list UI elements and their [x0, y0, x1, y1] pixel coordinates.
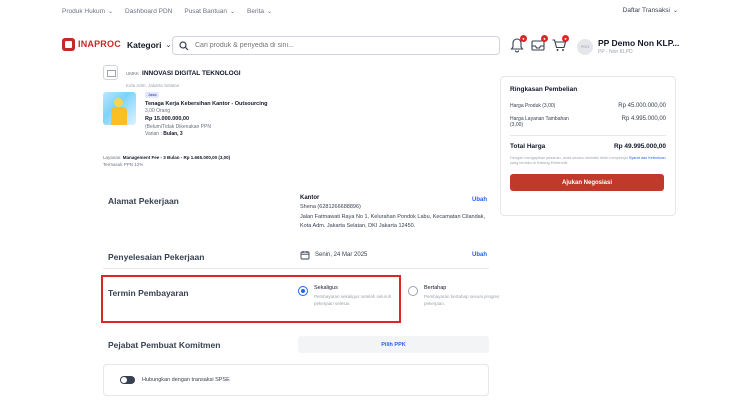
layanan-info: Layanan: Management Fee - 3 Bulan - Rp 1… — [103, 155, 231, 167]
user-name: PP Demo Non KLP... — [598, 38, 680, 48]
nav-label: Pusat Bantuan — [184, 7, 228, 15]
vendor-tag: UMKK — [126, 71, 140, 76]
chevron-down-icon: ⌄ — [165, 42, 172, 49]
total-value: Rp 49.995.000,00 — [613, 143, 666, 150]
alamat-title: Alamat Pekerjaan — [108, 196, 179, 206]
termin-title: Termin Pembayaran — [108, 288, 189, 298]
product-price: Rp 15.000.000,00 — [145, 116, 190, 123]
daftar-transaksi-label: Daftar Transaksi — [622, 7, 670, 14]
vendor-location: Kota Adm. Jakarta Selatan — [126, 83, 180, 88]
divider — [103, 268, 489, 269]
inbox-button[interactable]: ● — [530, 35, 548, 53]
summary-row-produk: Harga Produk (3,00) Rp 45.000.000,00 — [510, 103, 666, 109]
penyelesaian-ubah-link[interactable]: Ubah — [472, 252, 487, 258]
terms-note-prefix: Dengan mengajukan pesanan, anda secara o… — [510, 156, 628, 160]
harga-produk-label: Harga Produk (3,00) — [510, 103, 556, 109]
layanan-note: Termasuk PPN 12% — [103, 161, 144, 167]
variant-value: Bulan, 3 — [163, 131, 183, 137]
alamat-address: Jalan Fatmawati Raya No 1, Kelurahan Pon… — [300, 213, 485, 229]
kategori-label: Kategori — [127, 40, 162, 50]
alamat-contact: Shena (6281266688896) — [300, 204, 361, 211]
termin-option-sekaligus[interactable]: Sekaligus Pembayaran sekaligus setelah s… — [298, 285, 394, 308]
notification-button[interactable]: ● — [509, 35, 527, 53]
summary-total: Total Harga Rp 49.995.000,00 — [510, 143, 666, 150]
nav-pusat-bantuan[interactable]: Pusat Bantuan ⌄ — [184, 8, 235, 15]
search-input[interactable] — [195, 42, 475, 49]
penyelesaian-date-text: Senin, 24 Mar 2025 — [315, 252, 368, 258]
chevron-down-icon: ⌄ — [672, 8, 678, 14]
nav-label: Dashboard PDN — [125, 7, 173, 15]
chevron-down-icon: ⌄ — [108, 8, 114, 15]
vendor-name[interactable]: INNOVASI DIGITAL TEKNOLOGI — [142, 70, 241, 77]
kategori-dropdown[interactable]: Kategori ⌄ — [127, 40, 171, 50]
product-qty: 3,00 Orang — [145, 107, 171, 114]
option-label: Sekaligus — [314, 285, 338, 291]
chevron-down-icon: ⌄ — [230, 8, 236, 15]
terms-note: Dengan mengajukan pesanan, anda secara o… — [510, 156, 666, 167]
harga-layanan-label: Harga Layanan Tambahan (3,00) — [510, 116, 569, 128]
chevron-down-icon: ⌄ — [267, 8, 273, 15]
header: INAPROC Kategori ⌄ ● ● ● PDN PP Demo Non… — [0, 32, 740, 66]
avatar[interactable]: PDN — [577, 39, 593, 55]
option-desc: Pembayaran sekaligus setelah seluruh pek… — [314, 294, 392, 306]
nav-dashboard-pdn[interactable]: Dashboard PDN — [125, 8, 172, 15]
product-info: Jasa Tenaga Kerja Kebersihan Kantor - Ou… — [145, 92, 267, 139]
search-icon — [179, 40, 189, 50]
harga-layanan-value: Rp 4.995.000,00 — [621, 116, 666, 122]
notification-badge: ● — [520, 35, 527, 42]
summary-row-layanan: Harga Layanan Tambahan (3,00) Rp 4.995.0… — [510, 116, 666, 128]
variant-label: Varian — [145, 131, 160, 137]
option-desc: Pembayaran bertahap sesuai progres peker… — [424, 294, 500, 306]
layanan-value: Management Fee - 3 Bulan - Rp 1.665.000,… — [122, 155, 231, 160]
spse-label: Hubungkan dengan transaksi SPSE — [142, 377, 230, 383]
inbox-badge: ● — [541, 35, 548, 42]
product-image — [103, 92, 136, 125]
summary-title: Ringkasan Pembelian — [510, 86, 578, 93]
product-name[interactable]: Tenaga Kerja Kebersihan Kantor - Outsour… — [145, 100, 267, 108]
cart-badge: ● — [562, 35, 569, 42]
cart-button[interactable]: ● — [551, 35, 569, 53]
total-label: Total Harga — [510, 143, 546, 150]
store-icon — [103, 65, 118, 80]
header-icons: ● ● ● — [509, 35, 572, 53]
radio-selected-icon[interactable] — [298, 286, 308, 296]
logo-text: INAPROC — [78, 39, 121, 49]
calendar-icon — [300, 251, 310, 260]
alamat-name: Kantor — [300, 195, 320, 201]
logo-mark-icon — [62, 38, 75, 51]
product-item: Jasa Tenaga Kerja Kebersihan Kantor - Ou… — [103, 92, 267, 139]
product-type-chip: Jasa — [145, 92, 160, 98]
nav-label: Produk Hukum — [62, 7, 105, 15]
vendor-info: UMKK INNOVASI DIGITAL TEKNOLOGI Kota Adm.… — [103, 62, 241, 88]
user-menu[interactable]: PP Demo Non KLP... PP - Non KLPD — [598, 38, 679, 55]
divider — [510, 135, 666, 136]
penyelesaian-date: Senin, 24 Mar 2025 — [300, 250, 367, 260]
search-bar[interactable] — [172, 36, 500, 55]
radio-unselected-icon[interactable] — [408, 286, 418, 296]
user-role: PP - Non KLPD — [598, 49, 633, 55]
nav-berita[interactable]: Berita ⌄ — [247, 8, 272, 15]
pilih-ppk-button[interactable]: Pilih PPK — [298, 336, 489, 353]
termin-option-bertahap[interactable]: Bertahap Pembayaran bertahap sesuai prog… — [408, 285, 504, 308]
product-variant: Varian : Bulan, 3 — [145, 131, 183, 137]
terms-note-suffix: yang berlaku di Katalog Elektronik — [510, 161, 568, 166]
ppk-title: Pejabat Pembuat Komitmen — [108, 340, 221, 350]
purchase-summary: Ringkasan Pembelian Harga Produk (3,00) … — [500, 76, 676, 216]
layanan-label: Layanan — [103, 155, 121, 160]
penyelesaian-title: Penyelesaian Pekerjaan — [108, 252, 205, 262]
terms-link[interactable]: Syarat dan Ketentuan — [629, 156, 666, 160]
spse-toggle[interactable] — [120, 376, 135, 384]
top-nav: Produk Hukum ⌄ Dashboard PDN Pusat Bantua… — [0, 0, 740, 22]
ajukan-negosiasi-button[interactable]: Ajukan Negosiasi — [510, 174, 664, 192]
product-tax-note: (Belum/Tidak Dikenakan PPN — [145, 123, 211, 130]
logo[interactable]: INAPROC — [62, 38, 121, 51]
spse-card: Hubungkan dengan transaksi SPSE — [103, 364, 489, 396]
harga-produk-value: Rp 45.000.000,00 — [618, 103, 666, 109]
nav-produk-hukum[interactable]: Produk Hukum ⌄ — [62, 8, 113, 15]
alamat-details: Kantor Shena (6281266688896) Jalan Fatma… — [300, 193, 490, 231]
option-label: Bertahap — [424, 285, 447, 291]
nav-label: Berita — [247, 7, 265, 15]
daftar-transaksi-link[interactable]: Daftar Transaksi ⌄ — [623, 7, 678, 14]
